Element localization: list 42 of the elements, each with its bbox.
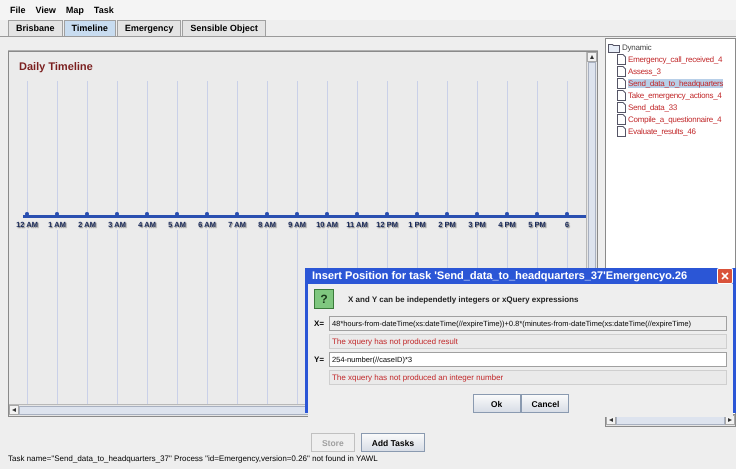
error-message: The xquery has not produced result bbox=[329, 334, 727, 349]
tree-item[interactable]: Assess_3 bbox=[628, 66, 661, 76]
tree-root[interactable]: Dynamic bbox=[622, 43, 652, 52]
status-text: Task name="Send_data_to_headquarters_37" Process "id=Emergency,version=0.26" not found in YAWL bbox=[7, 453, 379, 464]
menu-item[interactable]: View bbox=[36, 5, 56, 15]
chart-title: Daily Timeline bbox=[18, 60, 94, 75]
error-message: The xquery has not produced an integer number bbox=[329, 370, 727, 385]
document-icon bbox=[617, 114, 626, 124]
document-icon bbox=[617, 78, 626, 88]
tree-item[interactable]: Evaluate_results_46 bbox=[628, 126, 696, 136]
dialog-message: X and Y can be independetly integers or xQuery expressions bbox=[348, 294, 578, 304]
tree-item[interactable]: Take_emergency_actions_4 bbox=[628, 90, 722, 100]
document-icon bbox=[617, 54, 626, 64]
menu-item[interactable]: Map bbox=[66, 5, 84, 15]
menu-item[interactable]: Task bbox=[94, 5, 114, 15]
dialog-button[interactable]: Ok bbox=[472, 394, 520, 413]
tab[interactable]: Timeline bbox=[64, 20, 116, 36]
document-icon bbox=[617, 66, 626, 76]
tab[interactable]: Emergency bbox=[116, 20, 182, 36]
close-icon bbox=[721, 272, 729, 280]
tab[interactable]: Brisbane bbox=[8, 20, 63, 36]
arrow-icon bbox=[588, 53, 596, 61]
document-icon bbox=[617, 102, 626, 112]
dialog-button[interactable]: Cancel bbox=[520, 394, 568, 413]
document-icon bbox=[617, 126, 626, 136]
tree-item[interactable]: Send_data_33 bbox=[628, 102, 678, 112]
arrow-icon bbox=[10, 406, 18, 414]
field-label: Y= bbox=[314, 355, 326, 364]
folder-icon bbox=[608, 42, 620, 52]
dialog-title: Insert Position for task 'Send_data_to_headquarters_37'Emergencyo.26 bbox=[312, 270, 688, 282]
tab[interactable]: Sensible Object bbox=[182, 20, 266, 36]
menu-item[interactable]: File bbox=[10, 5, 26, 15]
tree-item[interactable]: Send_data_to_headquarters bbox=[628, 78, 724, 88]
document-icon bbox=[617, 90, 626, 100]
close-button[interactable] bbox=[717, 268, 733, 284]
tree-item[interactable]: Compile_a_questionnaire_4 bbox=[628, 114, 722, 124]
arrow-icon bbox=[607, 416, 615, 424]
tree-item[interactable]: Emergency_call_received_4 bbox=[628, 54, 722, 64]
question-icon: ? bbox=[314, 289, 334, 309]
action-button[interactable]: Add Tasks bbox=[360, 433, 426, 452]
arrow-icon bbox=[726, 416, 734, 424]
field-label: X= bbox=[314, 319, 326, 328]
